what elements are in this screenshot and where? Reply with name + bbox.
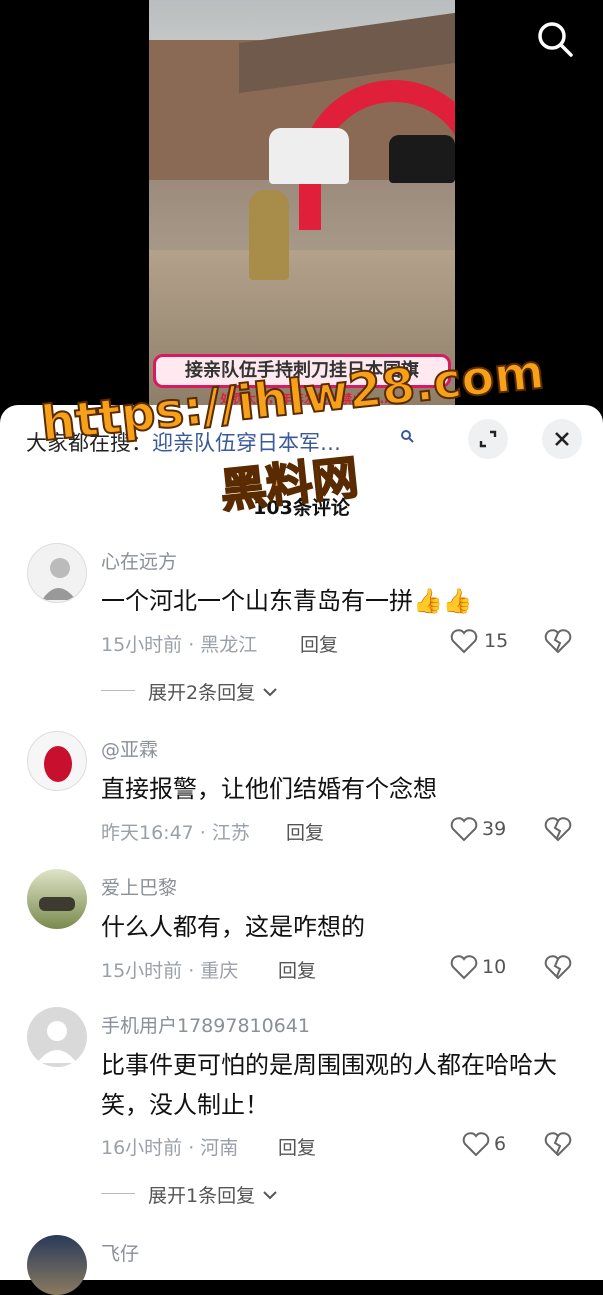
expand-replies[interactable]: 展开1条回复 (148, 1181, 279, 1208)
like-count: 15 (484, 630, 509, 652)
comment-author[interactable]: 飞仔 (101, 1239, 139, 1266)
comment-text: 什么人都有，这是咋想的 (101, 913, 365, 941)
expand-replies[interactable]: 展开2条回复 (148, 678, 279, 705)
close-button[interactable] (542, 419, 582, 459)
dislike-heart-icon[interactable] (544, 815, 572, 843)
divider (101, 690, 135, 691)
reply-button[interactable]: 回复 (278, 1133, 316, 1160)
search-suggestion[interactable]: 大家都在搜：迎亲队伍穿日本军… (26, 427, 341, 457)
chevron-down-icon (263, 688, 277, 697)
dislike-heart-icon[interactable] (544, 627, 572, 655)
avatar[interactable] (27, 869, 87, 929)
like-count: 10 (482, 956, 507, 978)
search-icon[interactable] (536, 20, 574, 58)
comment-sheet: 大家都在搜：迎亲队伍穿日本军… 103条评论 心在远方 一个河北一个山东青岛有一… (0, 405, 603, 1295)
like-heart-icon[interactable] (462, 1129, 490, 1159)
default-avatar-icon[interactable] (27, 1007, 87, 1067)
comment-text: 直接报警，让他们结婚有个念想 (101, 775, 437, 803)
like-count: 39 (482, 818, 507, 840)
comment-author[interactable]: @亚霖 (101, 735, 158, 762)
search-prefix: 大家都在搜： (26, 431, 152, 455)
search-suggest-icon (401, 430, 414, 443)
divider (101, 1193, 135, 1194)
comment-meta: 16小时前 · 河南 (101, 1137, 239, 1159)
comment-meta: 15小时前 · 黑龙江 (101, 634, 258, 656)
dislike-heart-icon[interactable] (544, 953, 572, 981)
comment-text: 比事件更可怕的是周围围观的人都在哈哈大笑，没人制止！ (101, 1051, 557, 1119)
avatar[interactable] (27, 1235, 87, 1295)
reply-button[interactable]: 回复 (300, 630, 338, 657)
expand-replies-label: 展开1条回复 (148, 1185, 256, 1207)
comment-meta: 15小时前 · 重庆 (101, 960, 239, 982)
avatar[interactable] (27, 731, 87, 791)
expand-replies-label: 展开2条回复 (148, 682, 256, 704)
comment-meta: 昨天16:47 · 江苏 (101, 822, 250, 844)
person-figure (249, 190, 289, 280)
video-caption: 接亲队伍手持刺刀挂日本国旗 (153, 354, 451, 388)
dislike-heart-icon[interactable] (544, 1130, 572, 1158)
search-keyword[interactable]: 迎亲队伍穿日本军… (152, 431, 341, 455)
comment-author[interactable]: 心在远方 (101, 547, 177, 574)
expand-icon (479, 430, 497, 448)
reply-button[interactable]: 回复 (286, 818, 324, 845)
close-icon (555, 432, 569, 446)
comment-count: 103条评论 (253, 497, 350, 519)
video-frame[interactable]: 接亲队伍手持刺刀挂日本国旗 处罚太轻，年年发生，禁止…… (149, 0, 455, 412)
chevron-down-icon (263, 1191, 277, 1200)
comment-author[interactable]: 手机用户17897810641 (101, 1011, 310, 1038)
video-player[interactable]: 接亲队伍手持刺刀挂日本国旗 处罚太轻，年年发生，禁止…… (0, 0, 603, 420)
reply-button[interactable]: 回复 (278, 956, 316, 983)
like-heart-icon[interactable] (450, 952, 478, 982)
avatar[interactable] (27, 543, 87, 603)
comment-author[interactable]: 爱上巴黎 (101, 873, 177, 900)
comment-header: 大家都在搜：迎亲队伍穿日本军… 103条评论 (0, 405, 603, 519)
black-car (389, 135, 455, 183)
white-car (269, 128, 349, 184)
comment-text: 一个河北一个山东青岛有一拼👍👍 (101, 587, 473, 615)
like-heart-icon[interactable] (450, 626, 478, 656)
fullscreen-button[interactable] (468, 419, 508, 459)
like-count: 6 (494, 1133, 507, 1155)
like-heart-icon[interactable] (450, 814, 478, 844)
